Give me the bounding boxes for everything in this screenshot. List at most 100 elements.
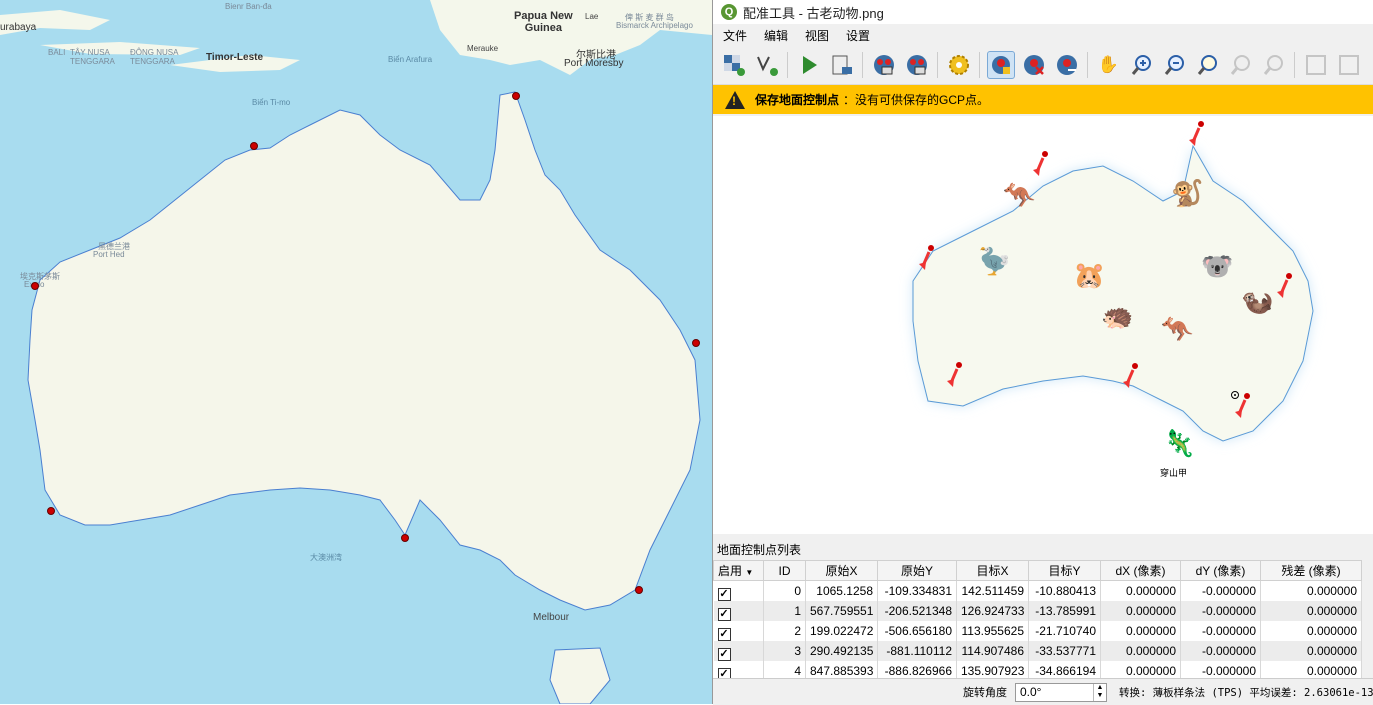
col-header-src-x[interactable]: 原始X: [805, 560, 878, 581]
window-title: 配准工具 - 古老动物.png: [743, 5, 884, 21]
tree-kangaroo-image: 🐒: [1171, 178, 1204, 208]
kangaroo-image: 🦘: [1161, 314, 1194, 344]
enabled-checkbox[interactable]: ✓: [717, 607, 731, 621]
window-titlebar: Q 配准工具 - 古老动物.png: [713, 0, 1373, 24]
map-gcp-marker[interactable]: [250, 142, 258, 150]
table-row[interactable]: ✓ 4 847.885393 -886.826966 135.907923 -3…: [713, 661, 1362, 678]
map-gcp-marker[interactable]: [31, 282, 39, 290]
menu-settings[interactable]: 设置: [836, 27, 877, 44]
map-gcp-marker[interactable]: [692, 339, 700, 347]
map-label-dong-nusa: ĐÔNG NUSA TENGGARA: [130, 48, 179, 66]
zoom-in-icon[interactable]: [1128, 51, 1156, 79]
cell-residual: 0.000000: [1260, 661, 1362, 678]
map-gcp-marker[interactable]: [47, 507, 55, 515]
col-header-dx[interactable]: dX (像素): [1100, 560, 1181, 581]
gcp-arrow-marker[interactable]: [1121, 362, 1141, 392]
gcp-table-scroll[interactable]: 启用 ▼ ID 原始X 原始Y 目标X 目标Y dX (像素) dY (像素) …: [713, 560, 1373, 678]
gcp-arrow-marker[interactable]: [945, 361, 965, 391]
zoom-layer-icon[interactable]: [1194, 51, 1222, 79]
start-georef-icon[interactable]: [753, 51, 781, 79]
enabled-checkbox[interactable]: ✓: [717, 627, 731, 641]
col-header-dst-x[interactable]: 目标X: [956, 560, 1029, 581]
table-row[interactable]: ✓ 1 567.759551 -206.521348 126.924733 -1…: [713, 601, 1362, 621]
menu-edit[interactable]: 编辑: [754, 27, 795, 44]
enabled-checkbox[interactable]: ✓: [717, 587, 731, 601]
map-gcp-marker[interactable]: [512, 92, 520, 100]
table-row[interactable]: ✓ 3 290.492135 -881.110112 114.907486 -3…: [713, 641, 1362, 661]
kangaroo-rat-image: 🦘: [1003, 180, 1036, 210]
toolbar-separator: [937, 52, 938, 78]
zoom-last-icon[interactable]: [1227, 51, 1255, 79]
cell-dx: 0.000000: [1100, 641, 1181, 661]
zoom-next-icon[interactable]: [1260, 51, 1288, 79]
georef-canvas[interactable]: 🦘 🐒 🦤 🐹 🐨 🦦 🦔 🦘 🦎 穿山甲: [713, 116, 1373, 534]
delete-point-icon[interactable]: [1020, 51, 1048, 79]
col-header-id[interactable]: ID: [763, 560, 806, 581]
cell-dst-y: -33.537771: [1028, 641, 1101, 661]
basemap-svg: [0, 0, 712, 704]
load-gcp-icon[interactable]: [870, 51, 898, 79]
spin-arrows-icon[interactable]: ▲ ▼: [1093, 683, 1106, 701]
cell-dst-x: 135.907923: [956, 661, 1029, 678]
save-gcp-icon[interactable]: [903, 51, 931, 79]
zoom-out-icon[interactable]: [1161, 51, 1189, 79]
table-row[interactable]: ✓ 0 1065.1258 -109.334831 142.511459 -10…: [713, 580, 1362, 601]
georeferencer-window: Q 配准工具 - 古老动物.png 文件 编辑 视图 设置 ✋ ! 保存地面控制…: [712, 0, 1373, 705]
cell-src-y: -881.110112: [877, 641, 957, 661]
menu-view[interactable]: 视图: [795, 27, 836, 44]
toolbar: ✋: [713, 46, 1373, 85]
warning-bar: 保存地面控制点 ：没有可供保存的GCP点。: [713, 85, 1373, 114]
cell-src-x: 847.885393: [805, 661, 878, 678]
map-gcp-marker[interactable]: [635, 586, 643, 594]
cell-dst-y: -34.866194: [1028, 661, 1101, 678]
pan-hand-icon[interactable]: ✋: [1095, 51, 1123, 79]
toolbar-separator: [862, 52, 863, 78]
gcp-arrow-marker[interactable]: [1187, 120, 1207, 150]
open-raster-icon[interactable]: [720, 51, 748, 79]
menu-file[interactable]: 文件: [713, 27, 754, 44]
warning-text: ：没有可供保存的GCP点。: [843, 93, 990, 107]
rotation-spinbox[interactable]: 0.0° ▲ ▼: [1015, 682, 1107, 702]
link-georef-icon[interactable]: [1302, 51, 1330, 79]
col-header-residual[interactable]: 残差 (像素): [1260, 560, 1362, 581]
emu-image: 🦤: [978, 246, 1011, 276]
generate-gdal-icon[interactable]: [828, 51, 856, 79]
col-header-enabled[interactable]: 启用 ▼: [713, 560, 764, 581]
col-header-src-y[interactable]: 原始Y: [877, 560, 957, 581]
cell-dy: -0.000000: [1180, 580, 1261, 601]
map-label-papua: Papua New Guinea: [514, 10, 573, 34]
cell-dx: 0.000000: [1100, 580, 1181, 601]
gcp-arrow-marker[interactable]: [917, 244, 937, 274]
link-qgis-icon[interactable]: [1335, 51, 1363, 79]
enabled-checkbox[interactable]: ✓: [717, 647, 731, 661]
cell-dx: 0.000000: [1100, 661, 1181, 678]
col-header-dst-y[interactable]: 目标Y: [1028, 560, 1101, 581]
cell-id: 3: [763, 641, 806, 661]
qgis-logo-icon: Q: [721, 4, 737, 20]
cell-src-y: -886.826966: [877, 661, 957, 678]
cell-src-x: 290.492135: [805, 641, 878, 661]
run-icon[interactable]: [795, 51, 823, 79]
move-point-icon[interactable]: [1053, 51, 1081, 79]
settings-gear-icon[interactable]: [945, 51, 973, 79]
map-gcp-marker[interactable]: [401, 534, 409, 542]
cell-dst-x: 126.924733: [956, 601, 1029, 621]
cell-dst-x: 114.907486: [956, 641, 1029, 661]
warning-title: 保存地面控制点: [755, 93, 840, 107]
cell-dst-y: -10.880413: [1028, 580, 1101, 601]
map-label-timor-sea: Biển Ti-mo: [252, 98, 291, 107]
cell-dst-y: -21.710740: [1028, 621, 1101, 641]
col-header-dy[interactable]: dY (像素): [1180, 560, 1261, 581]
map-canvas[interactable]: urabaya Bienr Ban-đa BALI TÂY NUSA TENGG…: [0, 0, 712, 704]
table-row[interactable]: ✓ 2 199.022472 -506.656180 113.955625 -2…: [713, 621, 1362, 641]
platypus-image: 🦦: [1241, 286, 1274, 316]
cell-residual: 0.000000: [1260, 601, 1362, 621]
add-point-icon[interactable]: [986, 51, 1015, 79]
gcp-arrow-marker[interactable]: [1031, 150, 1051, 180]
gcp-arrow-marker[interactable]: [1275, 272, 1295, 302]
pangolin-label: 穿山甲: [1160, 468, 1188, 478]
cell-residual: 0.000000: [1260, 641, 1362, 661]
enabled-checkbox[interactable]: ✓: [717, 667, 731, 678]
rotation-value: 0.0°: [1020, 685, 1042, 699]
cell-src-x: 567.759551: [805, 601, 878, 621]
